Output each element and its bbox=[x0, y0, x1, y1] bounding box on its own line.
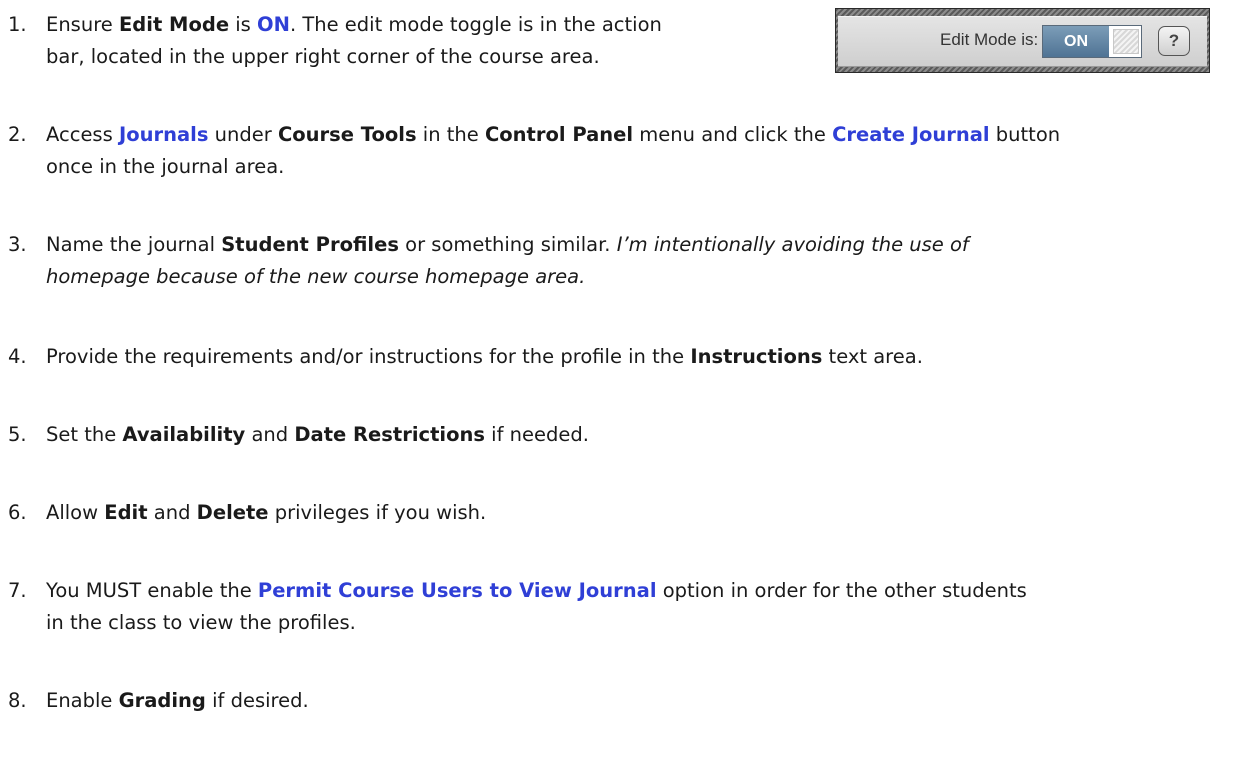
step-6-text-2: and bbox=[147, 501, 197, 524]
step-7: 7. You MUST enable the Permit Course User… bbox=[8, 575, 1027, 639]
edit-mode-screenshot: Edit Mode is: ON ? bbox=[835, 8, 1210, 73]
step-2-text-7: Create Journal bbox=[832, 123, 990, 146]
step-4-text-0: Provide the requirements and/or instruct… bbox=[46, 345, 691, 368]
step-3-continuation: homepage because of the new course homep… bbox=[46, 261, 969, 293]
help-icon[interactable]: ? bbox=[1158, 26, 1190, 56]
step-3-text-0: Name the journal bbox=[46, 233, 222, 256]
step-6-text-4: privileges if you wish. bbox=[268, 501, 487, 524]
step-5: 5. Set the Availability and Date Restrict… bbox=[8, 419, 589, 451]
step-1-cont-text-0: bar, located in the upper right corner o… bbox=[46, 45, 600, 68]
step-7-text-1: Permit Course Users to View Journal bbox=[257, 579, 657, 602]
step-6-text-1: Edit bbox=[104, 501, 148, 524]
step-number: 2. bbox=[8, 123, 27, 146]
step-2-cont-text-0: once in the journal area. bbox=[46, 155, 285, 178]
step-7-continuation: in the class to view the profiles. bbox=[46, 607, 1027, 639]
edit-mode-bar: Edit Mode is: ON ? bbox=[838, 16, 1207, 67]
step-1-text-4: . The edit mode toggle is in the action bbox=[289, 13, 662, 36]
step-number: 4. bbox=[8, 345, 27, 368]
step-6: 6. Allow Edit and Delete privileges if yo… bbox=[8, 497, 486, 529]
step-number: 1. bbox=[8, 13, 27, 36]
step-1-text-3: ON bbox=[257, 13, 290, 36]
step-5-text-0: Set the bbox=[46, 423, 123, 446]
step-number: 5. bbox=[8, 423, 27, 446]
step-2-text-0: Access bbox=[46, 123, 119, 146]
step-5-text-1: Availability bbox=[122, 423, 246, 446]
step-1-continuation: bar, located in the upper right corner o… bbox=[46, 41, 662, 73]
step-2-text-5: Control Panel bbox=[484, 123, 634, 146]
step-7-text-2: option in order for the other students bbox=[656, 579, 1027, 602]
step-3: 3. Name the journal Student Profiles or s… bbox=[8, 229, 969, 293]
step-1-text-2: is bbox=[229, 13, 258, 36]
step-4-text-1: Instructions bbox=[690, 345, 823, 368]
step-1-text-0: Ensure bbox=[46, 13, 119, 36]
step-3-text-2: or something similar. bbox=[398, 233, 617, 256]
step-6-text-0: Allow bbox=[46, 501, 105, 524]
step-8-text-2: if desired. bbox=[205, 689, 309, 712]
step-3-cont-text-0: homepage because of the new course homep… bbox=[46, 265, 586, 288]
toggle-hatch-handle bbox=[1113, 29, 1139, 54]
step-number: 7. bbox=[8, 579, 27, 602]
step-number: 3. bbox=[8, 233, 27, 256]
step-2-text-2: under bbox=[208, 123, 278, 146]
step-2-continuation: once in the journal area. bbox=[46, 151, 1060, 183]
step-8: 8. Enable Grading if desired. bbox=[8, 685, 309, 717]
step-3-text-3: I’m intentionally avoiding the use of bbox=[616, 233, 969, 256]
step-2-text-3: Course Tools bbox=[277, 123, 417, 146]
step-8-text-1: Grading bbox=[118, 689, 206, 712]
step-2-text-6: menu and click the bbox=[633, 123, 833, 146]
step-6-text-3: Delete bbox=[196, 501, 269, 524]
step-5-text-2: and bbox=[245, 423, 295, 446]
step-5-text-3: Date Restrictions bbox=[294, 423, 485, 446]
edit-mode-label: Edit Mode is: bbox=[940, 30, 1039, 49]
step-5-text-4: if needed. bbox=[484, 423, 589, 446]
step-2-text-1: Journals bbox=[118, 123, 209, 146]
edit-mode-toggle[interactable]: ON bbox=[1042, 25, 1142, 58]
step-3-text-1: Student Profiles bbox=[221, 233, 399, 256]
step-8-text-0: Enable bbox=[46, 689, 119, 712]
step-number: 6. bbox=[8, 501, 27, 524]
step-7-text-0: You MUST enable the bbox=[46, 579, 258, 602]
step-2: 2. Access Journals under Course Tools in … bbox=[8, 119, 1060, 183]
step-7-cont-text-0: in the class to view the profiles. bbox=[46, 611, 356, 634]
step-2-text-4: in the bbox=[416, 123, 485, 146]
step-number: 8. bbox=[8, 689, 27, 712]
step-4: 4. Provide the requirements and/or instru… bbox=[8, 341, 923, 373]
step-1: 1. Ensure Edit Mode is ON. The edit mode … bbox=[8, 9, 662, 73]
edit-mode-on-state: ON bbox=[1043, 26, 1109, 57]
step-1-text-1: Edit Mode bbox=[118, 13, 230, 36]
step-2-text-8: button bbox=[989, 123, 1061, 146]
step-4-text-2: text area. bbox=[822, 345, 923, 368]
